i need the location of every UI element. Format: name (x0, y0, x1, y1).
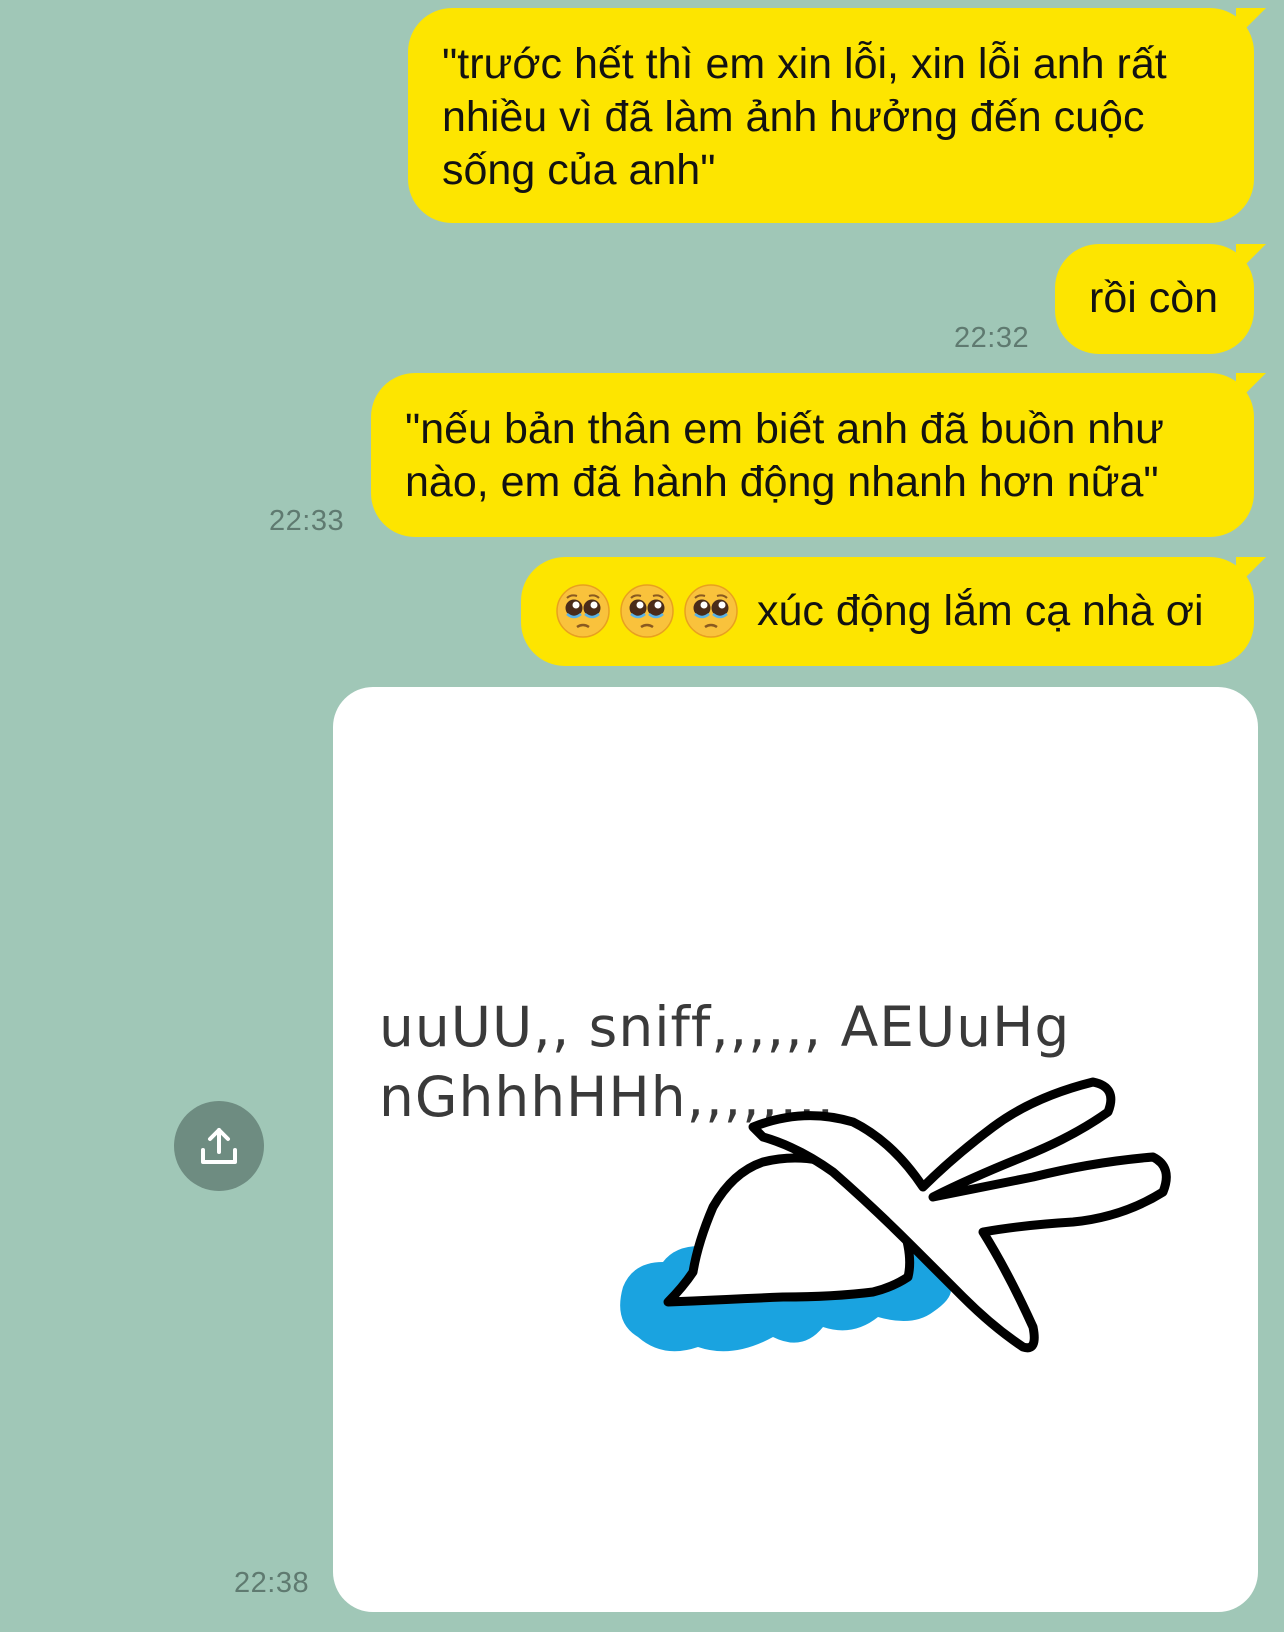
message-text: rồi còn (1089, 274, 1219, 322)
emoji-group (555, 583, 739, 639)
message-text: xúc động lắm cạ nhà ơi (757, 587, 1204, 635)
message-bubble-sent[interactable]: "trước hết thì em xin lỗi, xin lỗi anh r… (408, 8, 1254, 223)
message-bubble-sent[interactable]: "nếu bản thân em biết anh đã buồn như nà… (371, 373, 1254, 537)
message-timestamp: 22:38 (234, 1567, 310, 1599)
message-timestamp: 22:33 (269, 505, 345, 537)
pleading-face-emoji-icon (556, 584, 610, 638)
pleading-face-emoji-icon (684, 584, 738, 638)
sticker-image-message[interactable]: uuUU,, sniff,,,,,, AEUuHg nGhhhHHh,,,,,,… (333, 687, 1258, 1612)
message-text: "trước hết thì em xin lỗi, xin lỗi anh r… (442, 40, 1167, 194)
message-bubble-sent[interactable]: rồi còn (1055, 244, 1254, 354)
crying-stick-figure-drawing (620, 1077, 1171, 1353)
share-button[interactable] (174, 1101, 264, 1191)
message-timestamp: 22:32 (954, 322, 1030, 354)
message-text: "nếu bản thân em biết anh đã buồn như nà… (405, 405, 1164, 506)
message-bubble-sent[interactable]: xúc động lắm cạ nhà ơi (521, 557, 1254, 666)
share-upload-icon (201, 1128, 237, 1164)
pleading-face-emoji-icon (620, 584, 674, 638)
